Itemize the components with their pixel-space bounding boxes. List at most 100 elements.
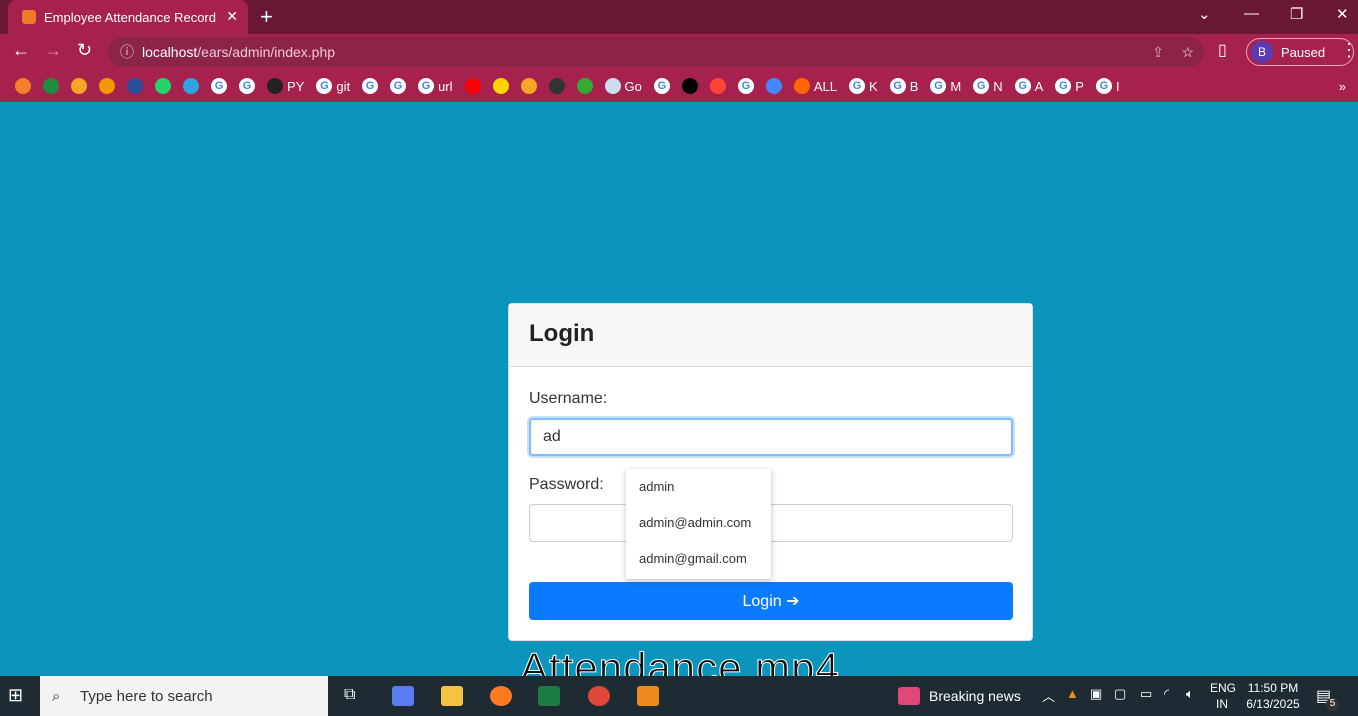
bookmark-item[interactable] [40, 78, 62, 94]
bookmark-icon [492, 78, 509, 94]
bookmark-icon: G [1095, 78, 1112, 94]
bookmark-item[interactable]: G [651, 78, 673, 94]
suggestion-item[interactable]: admin [626, 473, 771, 509]
reload-button[interactable]: ↻ [77, 40, 92, 61]
lang: ENG [1210, 681, 1237, 695]
bookmark-item[interactable]: GM [927, 78, 964, 94]
bookmark-item[interactable]: G [387, 78, 409, 94]
bookmark-item[interactable] [518, 78, 540, 94]
bookmark-item[interactable] [490, 78, 512, 94]
tab-search-icon[interactable]: ⌄ [1198, 5, 1211, 23]
firefox-icon[interactable] [490, 686, 512, 706]
address-bar[interactable]: ⓘ localhost/ears/admin/index.php ⇪ ☆ [108, 37, 1204, 67]
new-tab-button[interactable]: + [260, 4, 273, 30]
bookmark-item[interactable]: GK [846, 78, 881, 94]
bookmark-label: I [1115, 78, 1120, 94]
bookmark-icon [548, 78, 565, 94]
bookmark-label: PY [287, 78, 305, 94]
username-label: Username: [529, 390, 608, 407]
bookmark-item[interactable] [68, 78, 90, 94]
username-input[interactable] [529, 418, 1013, 456]
bookmark-item[interactable] [152, 78, 174, 94]
restore-button[interactable]: ❐ [1290, 5, 1303, 23]
bookmark-item[interactable]: GB [887, 78, 922, 94]
bookmark-item[interactable]: PY [264, 78, 307, 94]
bookmark-item[interactable]: G [236, 78, 258, 94]
chrome-icon[interactable] [588, 686, 610, 706]
profile-button[interactable]: B Paused [1246, 38, 1354, 66]
battery-icon[interactable]: ▭ [1140, 686, 1152, 702]
bookmark-icon [267, 78, 283, 94]
wifi-icon[interactable]: ◜ [1164, 686, 1169, 702]
more-bookmarks-icon[interactable]: » [1339, 79, 1346, 94]
copilot-icon[interactable] [392, 686, 414, 706]
volume-icon[interactable]: 🔈︎ [1186, 686, 1194, 702]
excel-icon[interactable] [538, 686, 560, 706]
login-button[interactable]: Login ➔ [529, 582, 1013, 620]
bookmark-item[interactable] [96, 78, 118, 94]
bookmark-item[interactable] [707, 78, 729, 94]
bookmark-item[interactable]: Go [602, 78, 645, 94]
tray-chevron-icon[interactable]: ︿ [1042, 686, 1055, 705]
clock[interactable]: 11:50 PM 6/13/2025 [1242, 680, 1304, 712]
minimize-button[interactable]: — [1244, 5, 1259, 22]
suggestion-item[interactable]: admin@gmail.com [626, 545, 771, 581]
display-icon[interactable]: ▢ [1114, 686, 1126, 702]
bookmark-item[interactable]: Gurl [415, 78, 455, 94]
vlc-icon[interactable] [637, 686, 659, 706]
bookmark-item[interactable]: GA [1012, 78, 1047, 94]
camera-icon[interactable]: ▣ [1090, 686, 1102, 702]
bookmark-item[interactable] [763, 78, 785, 94]
time: 11:50 PM [1247, 681, 1299, 695]
forward-button[interactable]: → [44, 40, 62, 61]
suggestion-item[interactable]: admin@admin.com [626, 509, 771, 545]
tab-active[interactable]: Employee Attendance Record ✕ [8, 0, 248, 34]
windows-start-icon[interactable]: ⊞ [8, 685, 23, 706]
bookmark-item[interactable] [124, 78, 146, 94]
taskbar-search[interactable]: ⌕ Type here to search [40, 676, 328, 716]
star-icon[interactable]: ☆ [1181, 44, 1194, 61]
bookmark-item[interactable] [679, 78, 701, 94]
bookmark-item[interactable] [546, 78, 568, 94]
toolbar: ← → ↻ ⓘ localhost/ears/admin/index.php ⇪ … [0, 34, 1358, 70]
bookmark-icon [127, 78, 143, 94]
bookmark-item[interactable]: GP [1052, 78, 1087, 94]
back-button[interactable]: ← [12, 40, 30, 61]
bookmark-icon [765, 78, 782, 94]
password-input[interactable] [529, 504, 1013, 542]
bookmark-label: M [950, 78, 962, 94]
bookmark-icon: G [930, 78, 947, 94]
bookmark-item[interactable]: G [359, 78, 381, 94]
news-widget[interactable]: Breaking news [929, 688, 1021, 704]
bookmark-item[interactable]: GI [1093, 78, 1123, 94]
bookmark-icon [520, 78, 537, 94]
file-explorer-icon[interactable] [441, 686, 463, 706]
close-window-button[interactable]: ✕ [1336, 5, 1349, 23]
bookmark-label: ALL [813, 78, 838, 94]
bookmark-item[interactable] [574, 78, 596, 94]
task-view-icon[interactable]: ⧉ [344, 686, 366, 706]
bookmark-icon: G [973, 78, 990, 94]
bookmark-icon [43, 78, 59, 94]
vlc-tray-icon[interactable]: ▲ [1066, 686, 1079, 701]
bookmark-item[interactable]: G [735, 78, 757, 94]
login-title: Login [509, 304, 1032, 367]
region: IN [1216, 697, 1228, 711]
share-icon[interactable]: ⇪ [1152, 44, 1164, 61]
bookmark-label: N [993, 78, 1003, 94]
bookmark-item[interactable] [12, 78, 34, 94]
side-panel-icon[interactable]: ▯ [1218, 40, 1227, 60]
bookmark-label: A [1034, 78, 1044, 94]
bookmark-icon: G [849, 78, 866, 94]
bookmark-item[interactable]: G [208, 78, 230, 94]
language-indicator[interactable]: ENG IN [1210, 680, 1237, 712]
menu-icon[interactable]: ⋮ [1340, 40, 1358, 61]
bookmark-label: url [438, 78, 453, 94]
avatar: B [1251, 41, 1273, 63]
bookmark-item[interactable]: Ggit [313, 78, 353, 94]
close-tab-icon[interactable]: ✕ [226, 8, 238, 25]
bookmark-item[interactable] [180, 78, 202, 94]
bookmark-item[interactable] [462, 78, 484, 94]
bookmark-item[interactable]: GN [970, 78, 1005, 94]
bookmark-item[interactable]: ALL [791, 78, 840, 94]
